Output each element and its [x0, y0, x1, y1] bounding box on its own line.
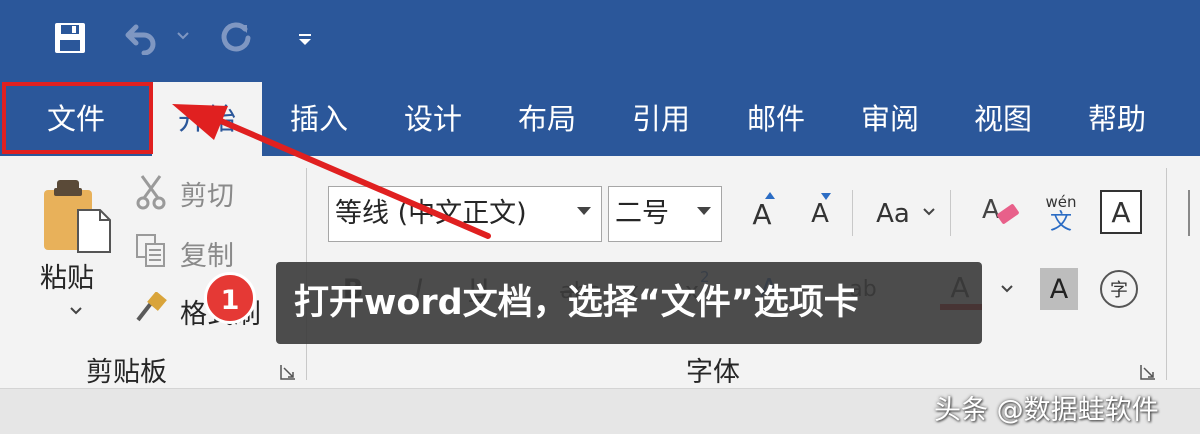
- watermark-text: 头条 @数据蛙软件: [934, 395, 1159, 426]
- step-number-badge: 1: [204, 272, 256, 324]
- instruction-text: 打开word文档，选择“文件”选项卡: [294, 283, 859, 323]
- instruction-banner: 打开word文档，选择“文件”选项卡: [276, 262, 982, 344]
- annotation-arrow: [172, 104, 491, 239]
